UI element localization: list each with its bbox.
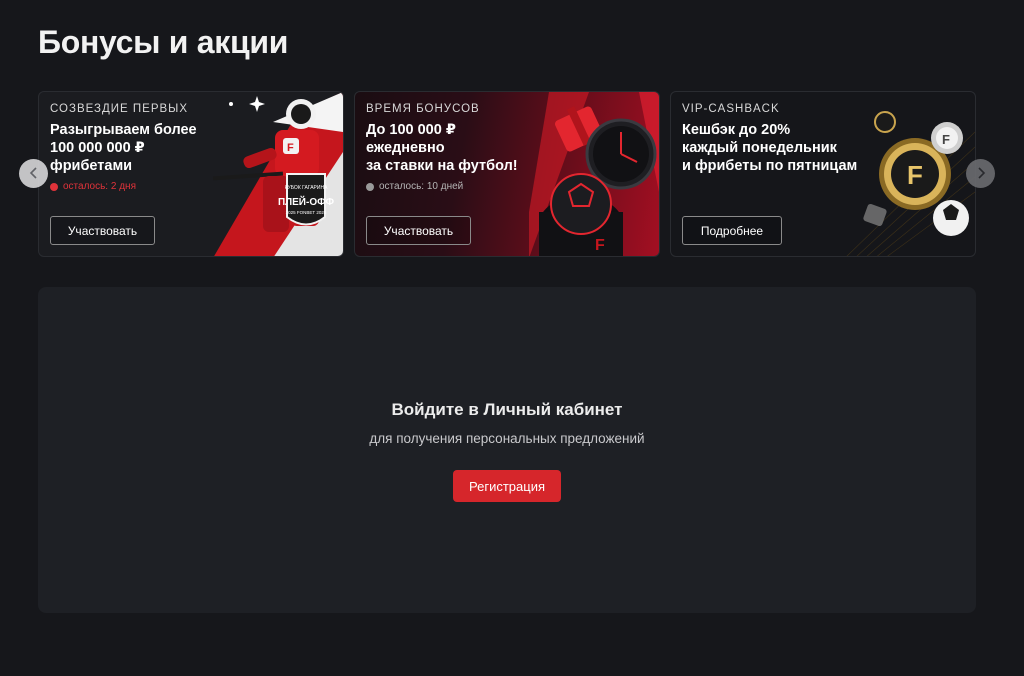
- clock-icon: [50, 182, 58, 191]
- promo-card-first-constellation[interactable]: F КУБОК ГАГАРИНА ПЛЕЙ-ОФФ 2025 FONBET 20…: [38, 91, 344, 257]
- promo-card-vip-cashback[interactable]: F F VIP-CASHBACK Кешбэк до 20% каждый по…: [670, 91, 976, 257]
- more-details-button[interactable]: Подробнее: [682, 216, 782, 245]
- svg-text:F: F: [287, 142, 294, 154]
- clock-icon: [366, 182, 374, 191]
- promo-headline-line: 100 000 000 ₽: [50, 140, 145, 156]
- svg-text:F: F: [942, 132, 950, 147]
- promo-carousel: F КУБОК ГАГАРИНА ПЛЕЙ-ОФФ 2025 FONBET 20…: [38, 91, 976, 257]
- carousel-prev-button[interactable]: [19, 159, 48, 188]
- participate-button[interactable]: Участвовать: [366, 216, 471, 245]
- promo-headline-line: фрибетами: [50, 158, 133, 174]
- carousel-next-button[interactable]: [966, 159, 995, 188]
- promo-timer: осталось: 10 дней: [366, 181, 536, 192]
- login-subtitle: для получения персональных предложений: [369, 431, 645, 446]
- login-title: Войдите в Личный кабинет: [391, 400, 623, 419]
- register-button[interactable]: Регистрация: [453, 470, 561, 502]
- promo-headline-line: ежедневно: [366, 140, 445, 156]
- chevron-left-icon: [29, 166, 39, 182]
- promo-card-text: ВРЕМЯ БОНУСОВ До 100 000 ₽ ежедневно за …: [366, 103, 536, 192]
- playoff-logo-text: ПЛЕЙ-ОФФ: [278, 195, 335, 208]
- gift-box-football-illustration: F: [529, 92, 659, 256]
- chevron-right-icon: [976, 166, 986, 182]
- promo-headline-line: за ставки на футбол!: [366, 158, 518, 174]
- svg-text:F: F: [907, 160, 923, 190]
- promo-card-text: VIP-CASHBACK Кешбэк до 20% каждый понеде…: [682, 103, 858, 175]
- promo-headline-line: и фрибеты по пятницам: [682, 158, 858, 174]
- bonuses-page: Бонусы и акции F КУБОК ГАГАРИНА ПЛЕЙ-ОФФ…: [0, 0, 1024, 676]
- hockey-player-illustration: F КУБОК ГАГАРИНА ПЛЕЙ-ОФФ 2025 FONBET 20…: [213, 92, 343, 256]
- promo-headline-line: Кешбэк до 20%: [682, 122, 791, 138]
- promo-timer: осталось: 2 дня: [50, 181, 220, 192]
- promo-card-bonus-time[interactable]: F ВРЕМЯ БОНУСОВ До 100 000 ₽ ежедневно з…: [354, 91, 660, 257]
- svg-text:F: F: [595, 237, 605, 254]
- playoff-logo-bottom-text: 2025 FONBET 2026: [286, 210, 327, 215]
- promo-tag: VIP-CASHBACK: [682, 103, 780, 115]
- playoff-logo-top-text: КУБОК ГАГАРИНА: [285, 185, 329, 191]
- gold-coins-illustration: F F: [846, 111, 975, 256]
- promo-timer-text: осталось: 2 дня: [63, 181, 136, 192]
- page-title: Бонусы и акции: [38, 24, 289, 60]
- promo-headline-line: До 100 000 ₽: [366, 122, 456, 138]
- participate-button[interactable]: Участвовать: [50, 216, 155, 245]
- promo-tag: СОЗВЕЗДИЕ ПЕРВЫХ: [50, 103, 189, 115]
- promo-headline-line: каждый понедельник: [682, 140, 837, 156]
- promo-headline-line: Разыгрываем более: [50, 122, 197, 138]
- promo-card-text: СОЗВЕЗДИЕ ПЕРВЫХ Разыгрываем более 100 0…: [50, 103, 220, 192]
- promo-tag: ВРЕМЯ БОНУСОВ: [366, 103, 480, 115]
- login-prompt-panel: Войдите в Личный кабинет для получения п…: [38, 287, 976, 613]
- promo-timer-text: осталось: 10 дней: [379, 181, 464, 192]
